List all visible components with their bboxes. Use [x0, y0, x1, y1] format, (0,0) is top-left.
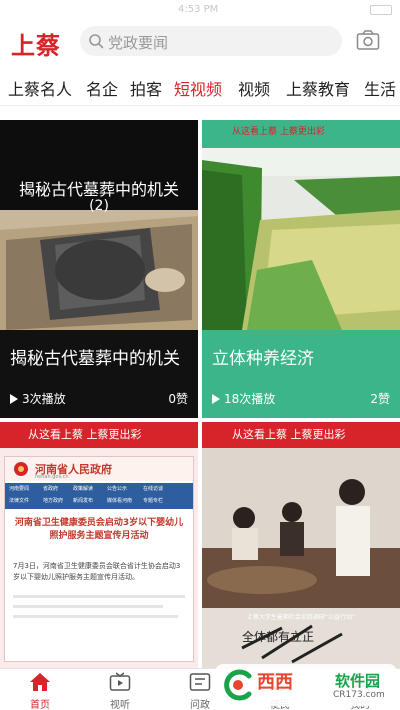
site-watermark: 西西 软件园 CR173.com [215, 664, 397, 706]
tab-video[interactable]: 视频 [238, 76, 270, 100]
camera-icon[interactable] [356, 29, 380, 51]
thumbnail-banner: 从这看上蔡 上蔡更出彩 [232, 428, 346, 441]
thumbnail-banner: 从这看上蔡 上蔡更出彩 [28, 428, 142, 441]
tab-life[interactable]: 生活 [364, 76, 396, 100]
video-title: 揭秘古代墓葬中的机关 [10, 349, 180, 369]
app-header: 4:53 PM 上蔡 党政要闻 [0, 0, 400, 66]
play-icon [212, 394, 220, 404]
thumbnail-subheading: (2) [89, 198, 109, 214]
video-grid: 揭秘古代墓葬中的机关 (2) 揭秘古代墓葬中的机关 3次播放 0赞 从这看上蔡 … [0, 120, 400, 668]
video-card[interactable]: 揭秘古代墓葬中的机关 (2) 揭秘古代墓葬中的机关 3次播放 0赞 [0, 120, 198, 418]
home-icon [30, 673, 50, 691]
nav-label: 首页 [30, 700, 50, 710]
tab-reporters[interactable]: 拍客 [130, 76, 162, 100]
battery-icon [370, 5, 392, 15]
government-icon [189, 673, 211, 691]
national-emblem-icon [14, 462, 28, 476]
search-placeholder: 党政要闻 [108, 34, 169, 52]
gov-nav-item: 省政府 [43, 486, 59, 492]
app-logo: 上蔡 [11, 31, 61, 60]
tab-short-video[interactable]: 短视频 [174, 76, 222, 100]
gov-site-domain: henan.gov.cn [35, 474, 69, 480]
tv-icon [109, 672, 131, 691]
play-count: 3次播放 [10, 390, 66, 407]
watermark-url: CR173.com [333, 690, 385, 700]
thumbnail-overlay-text: 全体都有立正 [242, 630, 315, 644]
play-icon [10, 394, 18, 404]
gov-nav-item: 公告公示 [107, 486, 128, 492]
category-tabs: 上蔡名人 名企 拍客 短视频 视频 上蔡教育 生活 [0, 66, 400, 106]
nav-label: 视听 [110, 700, 130, 710]
gov-nav-item: 河南要闻 [9, 486, 30, 492]
watermark-name: 西西 [257, 672, 293, 693]
thumbnail-caption: 上蔡大学生暑期社会实践调研“公益行动” [246, 614, 356, 621]
video-card[interactable]: 从这看上蔡 上蔡更出彩 上蔡大学生暑期社会实践调研“公益行动” 全体都有立正 [202, 422, 400, 668]
like-count: 0赞 [168, 392, 188, 406]
watermark-sub: 软件园 [335, 672, 381, 690]
card-info: 揭秘古代墓葬中的机关 3次播放 0赞 [0, 330, 198, 418]
card-info: 立体种养经济 18次播放 2赞 [202, 330, 400, 418]
gov-body-text: 7月3日，河南省卫生健康委员会联合省计生协会启动3岁以下婴幼儿照护服务主题宣传月… [13, 562, 181, 581]
gov-nav-item: 法律文件 [9, 498, 30, 504]
nav-audiovisual[interactable]: 视听 [80, 669, 160, 710]
gov-headline: 河南省卫生健康委员会启动3岁以下婴幼儿照护服务主题宣传月活动 [14, 518, 184, 541]
video-card[interactable]: 从这看上蔡 上蔡更出彩 立体种养经济 18次播放 2赞 [202, 120, 400, 418]
text-line [13, 605, 163, 608]
play-count-text: 18次播放 [224, 392, 276, 406]
status-time: 4:53 PM [178, 4, 219, 15]
watermark-logo-icon [224, 669, 252, 701]
video-card[interactable]: 从这看上蔡 上蔡更出彩 河南省人民政府 henan.gov.cn 河南要闻 省政… [0, 422, 198, 668]
play-count: 18次播放 [212, 390, 275, 407]
gov-nav-bar: 河南要闻 省政府 政策解读 公告公示 在线访谈 法律文件 地方政府 新闻发布 媒… [5, 483, 193, 509]
gov-page-screenshot: 河南省人民政府 henan.gov.cn 河南要闻 省政府 政策解读 公告公示 … [4, 456, 194, 662]
play-count-text: 3次播放 [22, 392, 66, 406]
text-line [13, 615, 178, 618]
gov-nav-item: 政策解读 [73, 486, 94, 492]
gov-nav-item: 媒体看河南 [107, 498, 133, 504]
search-input[interactable]: 党政要闻 [80, 26, 342, 56]
status-bar: 4:53 PM [0, 0, 400, 20]
video-thumbnail [0, 120, 198, 330]
video-thumbnail [202, 120, 400, 330]
gov-nav-item: 专题专栏 [143, 498, 164, 504]
like-count: 2赞 [370, 392, 390, 406]
tab-famous-enterprises[interactable]: 名企 [86, 76, 118, 100]
gov-nav-item: 新闻发布 [73, 498, 94, 504]
gov-nav-item: 地方政府 [43, 498, 64, 504]
nav-home[interactable]: 首页 [0, 669, 80, 710]
text-line [13, 595, 185, 598]
search-icon [89, 34, 104, 49]
tab-shangcai-education[interactable]: 上蔡教育 [286, 76, 350, 100]
thumbnail-banner: 从这看上蔡 上蔡更出彩 [232, 127, 325, 137]
video-title: 立体种养经济 [212, 349, 314, 369]
tab-shangcai-celebrities[interactable]: 上蔡名人 [8, 76, 72, 100]
gov-nav-item: 在线访谈 [143, 486, 164, 492]
thumbnail-heading: 揭秘古代墓葬中的机关 [18, 180, 179, 199]
